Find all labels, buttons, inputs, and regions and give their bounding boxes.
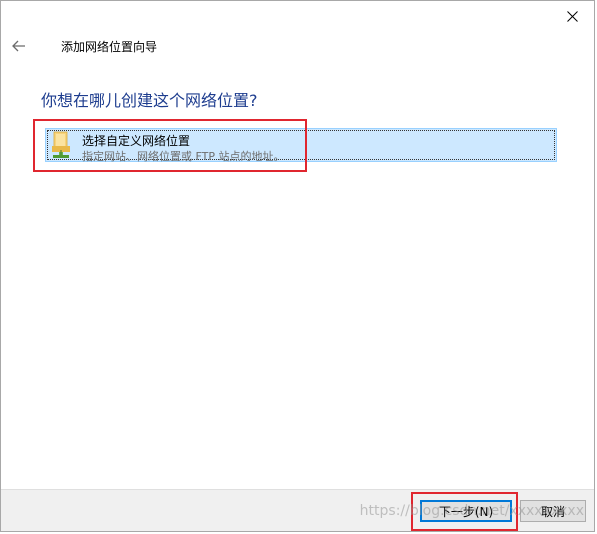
page-heading: 你想在哪儿创建这个网络位置? bbox=[41, 91, 258, 110]
option-title: 选择自定义网络位置 bbox=[82, 134, 191, 148]
wizard-title: 添加网络位置向导 bbox=[61, 40, 158, 54]
back-button[interactable] bbox=[9, 36, 29, 56]
option-description: 指定网站、网络位置或 FTP 站点的地址。 bbox=[82, 150, 285, 163]
next-button[interactable]: 下一步(N) bbox=[420, 500, 512, 522]
close-icon bbox=[566, 10, 578, 22]
cancel-button[interactable]: 取消 bbox=[520, 500, 586, 522]
wizard-window: 添加网络位置向导 你想在哪儿创建这个网络位置? 选择自定义网络位置 指定网站、网… bbox=[0, 0, 595, 532]
custom-network-location-option[interactable]: 选择自定义网络位置 指定网站、网络位置或 FTP 站点的地址。 bbox=[45, 128, 557, 163]
close-button[interactable] bbox=[550, 1, 594, 31]
button-bar: 下一步(N) 取消 bbox=[1, 489, 594, 531]
folder-network-icon bbox=[52, 131, 70, 158]
arrow-left-icon bbox=[12, 40, 25, 52]
